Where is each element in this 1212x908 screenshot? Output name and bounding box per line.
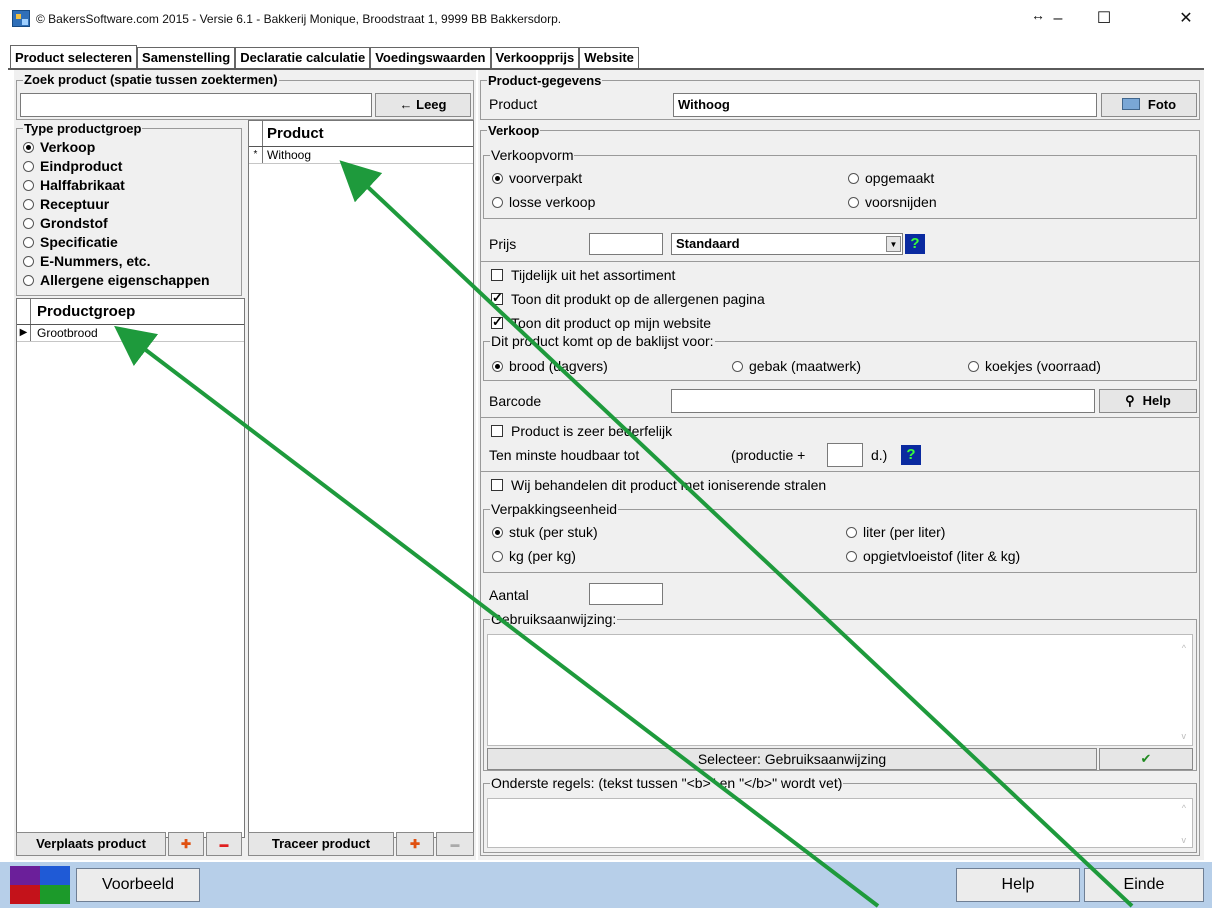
- arrow-to-productgroup: [114, 325, 880, 908]
- arrow-to-product: [339, 160, 1134, 908]
- annotation-arrows: [114, 160, 1134, 908]
